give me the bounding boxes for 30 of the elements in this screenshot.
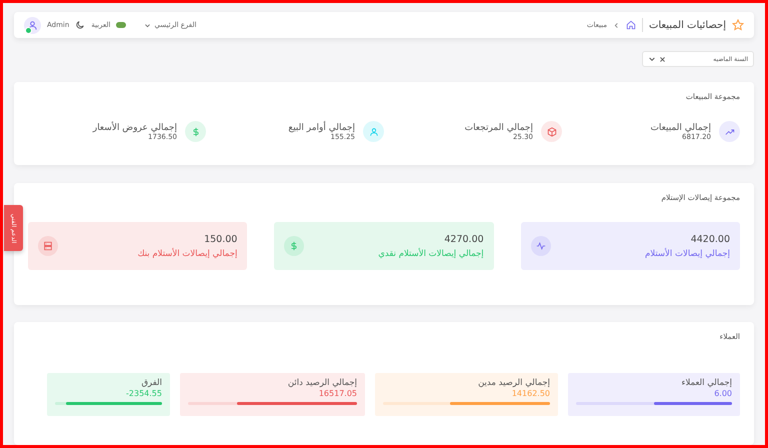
customer-label: إجمالي العملاء xyxy=(680,378,732,388)
receipt-icon xyxy=(284,236,304,256)
caret-icon xyxy=(648,55,656,63)
stat-label: إجمالي عروض الأسعار xyxy=(92,122,177,132)
receipt-value: 150.00 xyxy=(203,234,238,244)
caret-icon xyxy=(144,22,152,28)
customer-label: الفرق xyxy=(140,378,162,388)
receipt-label: إجمالي إيصالات الأستلام بنك xyxy=(138,248,238,258)
receipt-value: 4270.00 xyxy=(443,234,484,244)
star-icon[interactable] xyxy=(732,19,744,31)
customer-value: 2354.55- xyxy=(125,389,162,398)
receipt-value: 4420.00 xyxy=(690,234,730,244)
customer-value: 16517.05 xyxy=(318,389,357,398)
receipt-label: إجمالي إيصالات الأستلام xyxy=(645,248,730,258)
customer-value: 14162.50 xyxy=(510,389,550,398)
moon-icon[interactable] xyxy=(75,20,86,30)
customer-label: إجمالي الرصيد دائن xyxy=(286,378,357,388)
customer-label: إجمالي الرصيد مدين xyxy=(477,378,550,388)
chevron-icon xyxy=(612,22,620,28)
page-title: إحصائيات المبيعات xyxy=(648,20,726,30)
customer-value: 6.00 xyxy=(713,389,732,398)
receipt-label: إجمالي إيصالات الأستلام نقدي xyxy=(378,248,484,258)
avatar-icon[interactable] xyxy=(24,16,41,34)
stat-label: إجمالي المبيعات xyxy=(650,122,711,132)
stat-label: إجمالي أوامر البيع xyxy=(288,122,355,132)
clear-icon[interactable] xyxy=(659,56,666,62)
receipt-icon xyxy=(530,236,551,256)
stat-label: إجمالي المرتجعات xyxy=(464,122,533,132)
receipt-icon xyxy=(38,236,58,256)
home-icon[interactable] xyxy=(626,20,636,30)
